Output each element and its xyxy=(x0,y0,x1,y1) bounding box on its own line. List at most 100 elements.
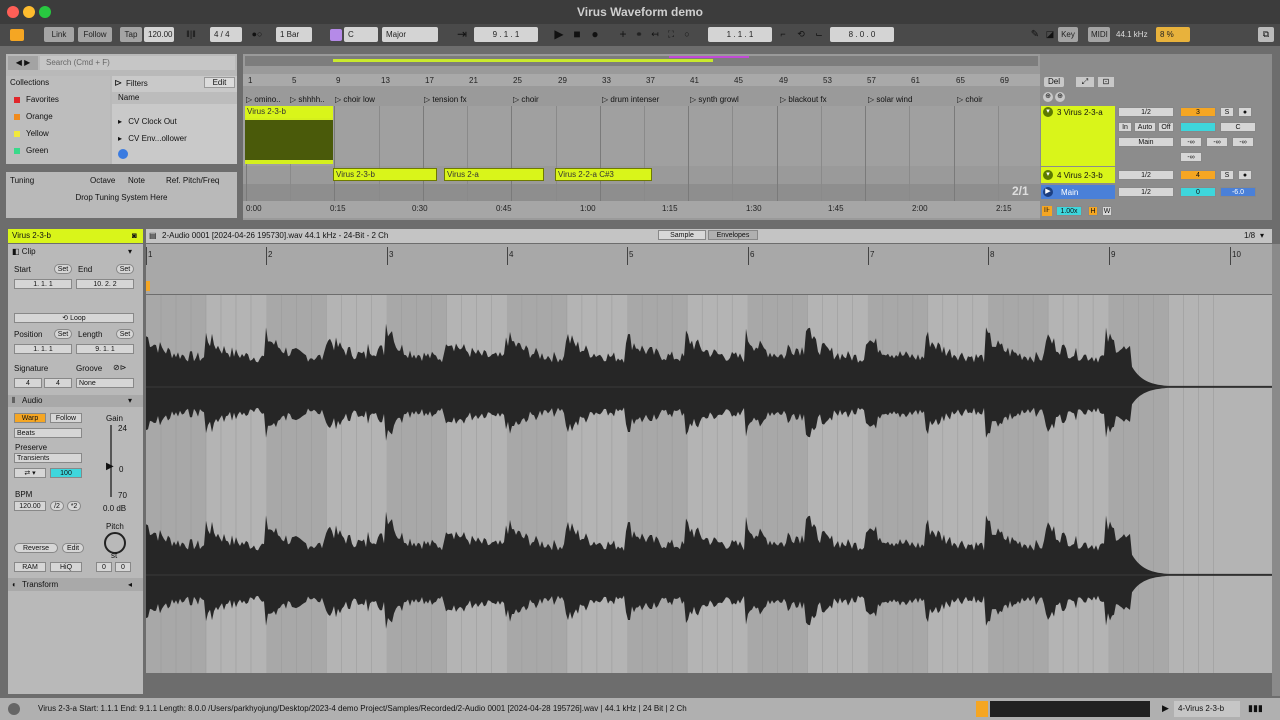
name-column-header[interactable]: Name xyxy=(112,92,237,104)
solo-button[interactable]: S xyxy=(1220,170,1234,180)
sample-scrollbar[interactable] xyxy=(1272,244,1280,696)
set-length-button[interactable]: Set xyxy=(116,329,134,339)
transpose-field[interactable]: 0 xyxy=(96,562,112,572)
warning-icon[interactable] xyxy=(976,701,988,717)
solo-button[interactable]: S xyxy=(1220,107,1234,117)
set-position-button[interactable]: Set xyxy=(54,329,72,339)
metronome-icon[interactable]: ●○ xyxy=(246,27,268,42)
main-track-header[interactable]: ▶ Main xyxy=(1041,185,1115,199)
reverse-button[interactable]: Reverse xyxy=(14,543,58,553)
send-a-field[interactable]: -∞ xyxy=(1180,137,1202,147)
locator-marker[interactable]: ▷ choir xyxy=(957,94,1037,106)
length-field[interactable]: 9. 1. 1 xyxy=(76,344,134,354)
expand-icon[interactable]: ◂ xyxy=(128,580,132,589)
track-activator-button[interactable]: 4 xyxy=(1180,170,1216,180)
edit-button[interactable]: Edit xyxy=(62,543,84,553)
locator-marker[interactable]: ▷ drum intenser xyxy=(602,94,688,106)
collection-yellow[interactable]: Yellow xyxy=(14,128,114,140)
envelope-field[interactable]: 100 xyxy=(50,468,82,478)
pan-field[interactable]: C xyxy=(1220,122,1256,132)
send-c-field[interactable]: -∞ xyxy=(1232,137,1254,147)
punch-out-icon[interactable]: ⌙ xyxy=(812,27,826,42)
quantization-select[interactable]: 1/2 xyxy=(1118,107,1174,117)
transform-section-header[interactable]: ◐ Transform ◂ xyxy=(8,578,143,591)
session-record-icon[interactable]: ○ xyxy=(680,27,694,42)
grid-setting[interactable]: 1/8 xyxy=(1244,231,1255,240)
collapse-icon[interactable]: ▾ xyxy=(128,247,132,256)
browser-search-input[interactable]: Search (Cmd + F) xyxy=(40,56,235,70)
end-field[interactable]: 10. 2. 2 xyxy=(76,279,134,289)
next-locator-icon[interactable]: ⊕ xyxy=(1055,92,1065,102)
loop-switch-icon[interactable]: ⟲ xyxy=(794,27,808,42)
start-marker-icon[interactable] xyxy=(146,281,150,291)
collection-green[interactable]: Green xyxy=(14,145,114,157)
zoom-field[interactable]: 1.00x xyxy=(1056,206,1082,216)
groove-select[interactable]: None xyxy=(76,378,134,388)
double-tempo-button[interactable]: *2 xyxy=(67,501,81,511)
bpm-field[interactable]: 120.00 xyxy=(14,501,46,511)
ram-button[interactable]: RAM xyxy=(14,562,46,572)
send-b-field[interactable]: -∞ xyxy=(1206,137,1228,147)
lock-icon[interactable]: ⊡ xyxy=(1098,77,1114,87)
nudge-icon[interactable]: ‖|‖ xyxy=(176,27,206,42)
quantization-select[interactable]: 1/2 xyxy=(1118,170,1174,180)
track-play-icon[interactable]: ▶ xyxy=(1162,703,1169,714)
filters-label[interactable]: Filters xyxy=(126,79,148,88)
filter-icon[interactable]: ⊳ xyxy=(114,78,122,89)
volume-field[interactable] xyxy=(1180,122,1216,132)
w-button[interactable]: W xyxy=(1102,206,1112,216)
locator-marker[interactable]: ▷ omino.. xyxy=(246,94,288,106)
midi-map-button[interactable]: MIDI xyxy=(1088,27,1110,42)
gain-handle-icon[interactable]: ▶ xyxy=(106,461,114,472)
main-db-field[interactable]: -6.0 xyxy=(1220,187,1256,197)
clip[interactable]: Virus 2-2-a C#3 xyxy=(555,168,652,181)
automation-arm-icon[interactable]: ⚭ xyxy=(632,27,646,42)
input-button[interactable]: In xyxy=(1118,122,1132,132)
signature-field[interactable]: 4 / 4 xyxy=(210,27,242,42)
clip[interactable]: Virus 2-3-b xyxy=(245,106,333,164)
beat-ruler[interactable] xyxy=(243,74,1040,86)
edit-filters-button[interactable]: Edit xyxy=(204,77,235,88)
back-to-arrangement-icon[interactable]: ↤ xyxy=(648,27,662,42)
loop-button[interactable]: ⟲ Loop xyxy=(14,313,134,323)
track-header-3[interactable]: ▾ 3 Virus 2-3-a xyxy=(1041,106,1115,166)
locator-marker[interactable]: ▷ synth growl xyxy=(690,94,776,106)
clip-name-field[interactable]: Virus 2-3-b ◙ xyxy=(8,229,143,243)
warp-mode-select[interactable]: Beats xyxy=(14,428,82,438)
link-button[interactable]: Link xyxy=(44,27,74,42)
preserve-select[interactable]: Transients xyxy=(14,453,82,463)
off-button[interactable]: Off xyxy=(1158,122,1174,132)
chevron-down-icon[interactable]: ▾ xyxy=(1260,231,1264,240)
locator-marker[interactable]: ▷ shhhh.. xyxy=(290,94,332,106)
fold-icon[interactable]: ▾ xyxy=(1043,107,1053,117)
loop-mode-icon[interactable]: ⇄ ▾ xyxy=(14,468,46,478)
loop-length-field[interactable]: 8 . 0 . 0 xyxy=(830,27,894,42)
meter-icon[interactable]: ▮▮▮ xyxy=(1248,703,1263,714)
view-toggle-icon[interactable] xyxy=(10,29,24,41)
locator-marker[interactable]: ▷ solar wind xyxy=(868,94,954,106)
scale-select[interactable]: Major xyxy=(382,27,438,42)
locator-marker[interactable]: ▷ choir low xyxy=(335,94,421,106)
start-field[interactable]: 1. 1. 1 xyxy=(14,279,72,289)
position-field[interactable]: 1. 1. 1 xyxy=(14,344,72,354)
signature-numerator-field[interactable]: 4 xyxy=(14,378,42,388)
follow-button[interactable]: Follow xyxy=(50,413,82,423)
tap-button[interactable]: Tap xyxy=(120,27,142,42)
collection-orange[interactable]: Orange xyxy=(14,111,114,123)
signature-denominator-field[interactable]: 4 xyxy=(44,378,72,388)
add-locator-icon[interactable]: ⊕ xyxy=(1043,92,1053,102)
punch-in-icon[interactable]: ⌐ xyxy=(776,27,790,42)
locator-marker[interactable]: ▷ tension fx xyxy=(424,94,510,106)
play-icon[interactable]: ▶ xyxy=(552,27,566,42)
locator-marker[interactable]: ▷ blackout fx xyxy=(780,94,866,106)
locator-marker[interactable]: ▷ choir xyxy=(513,94,599,106)
overview-strip[interactable] xyxy=(245,56,1038,66)
mini-waveform-overview[interactable] xyxy=(990,701,1150,717)
track-activator-button[interactable]: 3 xyxy=(1180,107,1216,117)
clip[interactable]: Virus 2-a xyxy=(444,168,544,181)
main-volume-field[interactable]: 0 xyxy=(1180,187,1216,197)
output-select[interactable]: Main xyxy=(1118,137,1174,147)
collapse-icon[interactable]: ▾ xyxy=(128,396,132,405)
tab-sample[interactable]: Sample xyxy=(658,230,706,240)
song-position-field[interactable]: 9 . 1 . 1 xyxy=(474,27,538,42)
